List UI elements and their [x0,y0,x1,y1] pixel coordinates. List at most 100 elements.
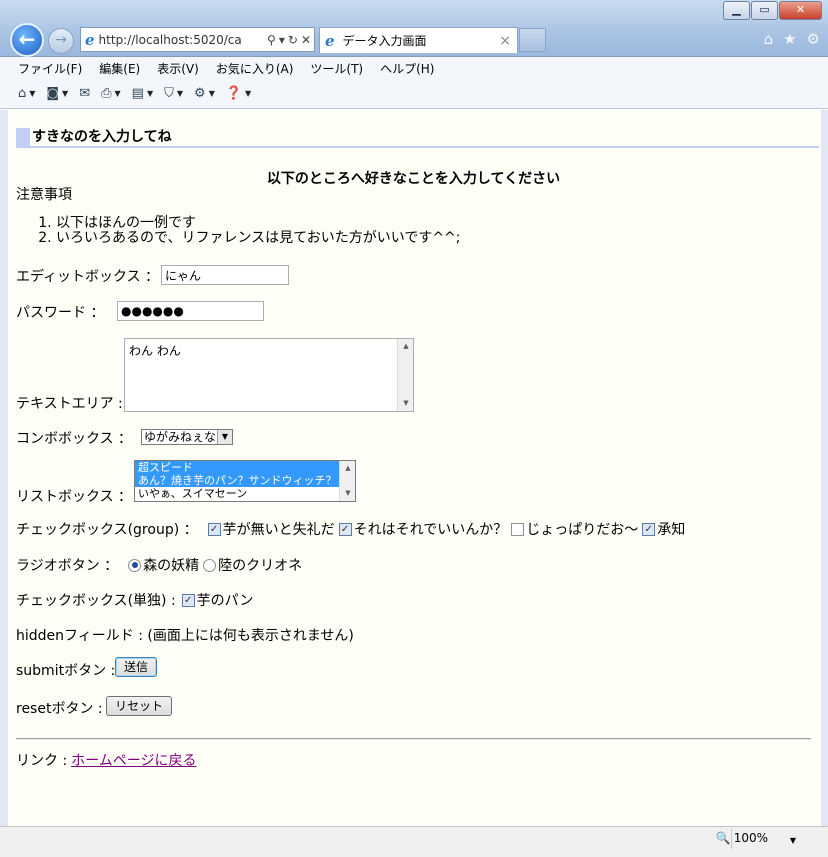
list-option[interactable]: あん？焼き芋のパン？サンドウィッチ？ [135,474,355,487]
radio-row: ラジオボタン ： 森の妖精 陸のクリオネ [16,555,302,575]
address-bar[interactable]: e http://localhost:5020/ca ⚲ ▾ ↻ ✕ [80,27,315,52]
tab-close-icon[interactable]: × [499,33,511,49]
mail-icon: ✉ [79,86,91,101]
page-button[interactable]: ▤ ▼ [132,86,153,101]
home-button[interactable]: ⌂ ▼ [18,86,35,101]
reset-label: resetボタン : [16,701,103,717]
toolbar-right: ⌂ ★ ⚙ [764,30,820,48]
radio-land-clione[interactable] [203,558,217,572]
menu-file[interactable]: ファイル(F) [18,60,82,77]
home-page-link[interactable]: ホームページに戻る [71,750,196,770]
list-box[interactable]: 超スピード あん？焼き芋のパン？サンドウィッチ？ いやぁ、スイマセーン ▲ ▼ [134,460,356,502]
edit-box-input[interactable] [161,265,289,285]
checkbox-group-row: チェックボックス(group) ： ✓ 芋が無いと失礼だ ✓ それはそれでいいん… [16,519,685,539]
combo-box[interactable]: ゆがみねぇな ▼ [141,429,233,445]
safety-button[interactable]: ⛉ ▼ [164,86,183,101]
list-scroll-up-icon[interactable]: ▲ [340,461,355,476]
left-border [0,110,8,826]
submit-button[interactable]: 送信 [115,657,158,677]
single-checkbox-row: チェックボックス(単独) : ✓ 芋のパン [16,590,253,610]
textarea-value: わん わん [129,344,181,358]
zoom-control[interactable]: 🔍 100% [716,831,768,845]
printer-icon: ⎙ [101,86,112,101]
password-label: パスワード ： [16,305,105,321]
menu-bar: ファイル(F) 編集(E) 表示(V) お気に入り(A) ツール(T) ヘルプ(… [0,57,828,79]
checkbox-2[interactable]: ✓ [338,522,352,536]
new-tab-button[interactable] [519,28,546,52]
status-bar: 🔍 100% ▼ [0,826,828,857]
listbox-label: リストボックス ： [16,489,133,505]
search-icon[interactable]: ⚲ [267,33,276,47]
mail-button[interactable]: ✉ [79,86,90,101]
list-scroll-down-icon[interactable]: ▼ [340,486,355,501]
shield-icon: ⛉ [164,86,174,101]
combo-dropdown-icon[interactable]: ▼ [217,430,232,444]
textarea-label: テキストエリア : [16,396,123,412]
refresh-icon[interactable]: ↻ [288,33,298,47]
dropdown-icon[interactable]: ▾ [279,33,285,47]
editbox-label: エディットボックス ： [16,269,160,285]
list-option[interactable]: 超スピード [135,461,355,474]
hidden-field-label: hiddenフィールド : (画面上には何も表示されません) [16,628,354,644]
help-button[interactable]: ❓ ▼ [226,86,251,101]
radio-label: ラジオボタン ： [16,558,119,574]
notes-label: 注意事項 [16,187,72,203]
close-window-icon[interactable]: ✕ [779,1,822,20]
browser-frame: ▁ ▭ ✕ ← → e http://localhost:5020/ca ⚲ ▾… [0,0,828,57]
checkbox-3[interactable] [511,522,525,536]
tab-data-entry[interactable]: e データ入力画面 × [319,27,518,53]
checkbox-4[interactable]: ✓ [642,522,656,536]
tab-ie-icon: e [325,31,335,50]
favorites-star-icon[interactable]: ★ [783,30,796,48]
menu-view[interactable]: 表示(V) [157,60,199,77]
zoom-magnifier-icon: 🔍 [715,831,731,845]
back-arrow-icon: ← [18,27,36,51]
scroll-down-icon[interactable]: ▼ [398,396,414,411]
page-content: すきなのを入力してね 以下のところへ好きなことを入力してください 注意事項 以下… [8,110,821,826]
password-input[interactable] [117,301,264,321]
forward-button[interactable]: → [48,28,74,54]
home-icon[interactable]: ⌂ [764,30,774,48]
help-icon: ❓ [225,86,243,101]
stop-icon[interactable]: ✕ [301,33,311,47]
textarea-scrollbar[interactable]: ▲ ▼ [397,339,413,411]
zoom-level: 100% [733,831,768,845]
menu-edit[interactable]: 編集(E) [99,60,140,77]
feeds-button[interactable]: ◙ ▼ [46,86,68,101]
listbox-scrollbar[interactable]: ▲ ▼ [339,461,355,501]
textarea-input[interactable]: わん わん ▲ ▼ [124,338,414,412]
reset-button[interactable]: リセット [106,696,173,716]
radio-forest-fairy[interactable] [128,558,142,572]
radio-1-label: 森の妖精 [143,558,200,574]
maximize-icon[interactable]: ▭ [751,1,778,20]
tools-button[interactable]: ⚙ ▼ [194,86,215,101]
tools-gear-icon: ⚙ [194,86,206,101]
minimize-icon[interactable]: ▁ [723,1,750,20]
combo-label: コンボボックス ： [16,431,133,447]
address-text: http://localhost:5020/ca [98,32,242,47]
radio-2-label: 陸のクリオネ [218,558,303,574]
submit-label: submitボタン : [16,663,116,679]
single-checkbox-label: チェックボックス(単独) : [16,593,176,609]
back-button[interactable]: ← [10,23,44,57]
gear-icon[interactable]: ⚙ [807,30,820,48]
menu-favorites[interactable]: お気に入り(A) [216,60,294,77]
checkbox-3-label: じょっぱりだお～ [526,522,639,538]
scroll-up-icon[interactable]: ▲ [398,339,414,354]
list-option[interactable]: いやぁ、スイマセーン [135,487,355,500]
menu-tools[interactable]: ツール(T) [310,60,363,77]
rss-icon: ◙ [46,86,60,101]
forward-arrow-icon: → [55,32,67,48]
ie-icon: e [85,30,95,49]
checkbox-1[interactable]: ✓ [207,522,221,536]
center-title: 以下のところへ好きなことを入力してください [266,171,561,187]
checkbox-group-label: チェックボックス(group) ： [16,522,198,538]
right-border [821,110,828,826]
zoom-dropdown-icon[interactable]: ▼ [790,836,796,845]
menu-help[interactable]: ヘルプ(H) [380,60,434,77]
single-checkbox[interactable]: ✓ [181,593,195,607]
checkbox-1-label: 芋が無いと失礼だ [222,522,335,538]
print-button[interactable]: ⎙ ▼ [101,86,121,101]
single-checkbox-text: 芋のパン [196,593,254,609]
tab-title: データ入力画面 [342,34,427,48]
